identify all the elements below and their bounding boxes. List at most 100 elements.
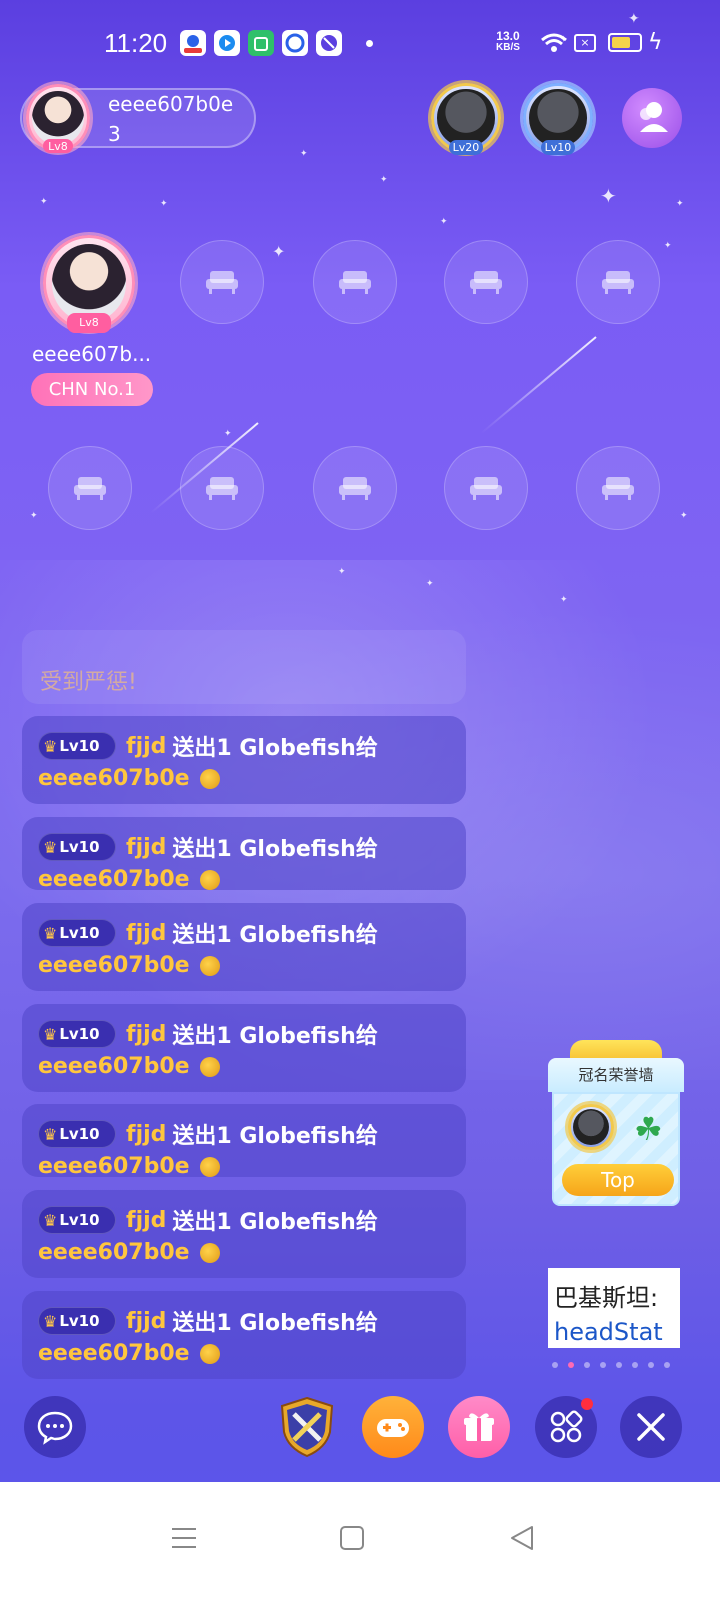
menu-icon <box>172 1528 196 1548</box>
globefish-gift-icon <box>199 955 220 976</box>
users-icon <box>640 102 668 132</box>
chat-message-line1: ♛ Lv10 fjjd 送出1 Globefish给 <box>38 1018 378 1050</box>
top-contributor-1[interactable]: Lv20 <box>424 76 508 160</box>
empty-seat[interactable] <box>444 446 528 530</box>
host-avatar[interactable]: Lv8 <box>20 78 96 158</box>
empty-seat[interactable] <box>48 446 132 530</box>
clover-icon: ☘ <box>634 1110 663 1148</box>
sender-name[interactable]: fjjd <box>126 835 166 860</box>
empty-seat[interactable] <box>576 240 660 324</box>
gift-text: 送出1 Globefish给 <box>172 1210 378 1235</box>
chat-message-line1: ♛ Lv10 fjjd 送出1 Globefish给 <box>38 1204 378 1236</box>
honor-wall-card[interactable]: 冠名荣誉墙 ☘ Top <box>548 1040 684 1208</box>
receiver-name[interactable]: eeee607b0e <box>38 953 190 978</box>
host-level-tag: Lv8 <box>42 138 74 154</box>
sender-name[interactable]: fjjd <box>126 1208 166 1233</box>
nav-home-button[interactable] <box>332 1518 372 1558</box>
receiver-name[interactable]: eeee607b0e <box>38 1054 190 1079</box>
chat-message-line2: eeee607b0e <box>38 1054 220 1079</box>
blue-app-icon <box>214 30 240 56</box>
chat-message-line1: ♛ Lv10 fjjd 送出1 Globefish给 <box>38 917 378 949</box>
empty-seat[interactable] <box>444 240 528 324</box>
nav-back-button[interactable] <box>502 1518 542 1558</box>
sofa-icon <box>206 271 238 294</box>
gift-button[interactable] <box>448 1396 510 1458</box>
chat-message[interactable]: ♛ Lv10 fjjd 送出1 Globefish给 eeee607b0e <box>22 1291 466 1379</box>
user-level-text: Lv10 <box>59 1025 100 1043</box>
receiver-name[interactable]: eeee607b0e <box>38 766 190 791</box>
new-badge-dot <box>581 1398 593 1410</box>
chat-message[interactable]: ♛ Lv10 fjjd 送出1 Globefish给 eeee607b0e <box>22 1104 466 1179</box>
crown-icon: ♛ <box>43 1024 58 1044</box>
empty-seat[interactable] <box>180 240 264 324</box>
close-room-button[interactable] <box>620 1396 682 1458</box>
user-level-badge: ♛ Lv10 <box>38 1206 116 1234</box>
pager-dot <box>584 1362 590 1368</box>
empty-seat[interactable] <box>576 446 660 530</box>
system-notice-message: 受到严惩! <box>22 630 466 704</box>
chat-message-line2: eeee607b0e <box>38 1154 220 1179</box>
top-contributor-2[interactable]: Lv10 <box>516 76 600 160</box>
status-bar: 11:20 13.0 KB/S × ϟ <box>0 0 720 88</box>
game-button[interactable] <box>362 1396 424 1458</box>
globefish-gift-icon <box>199 768 220 789</box>
net-speed-unit: KB/S <box>496 42 520 53</box>
net-speed-value: 13.0 <box>496 29 520 43</box>
sofa-icon <box>470 477 502 500</box>
globefish-gift-icon <box>199 1056 220 1077</box>
close-icon <box>637 1413 665 1441</box>
net-speed: 13.0 KB/S <box>496 30 520 54</box>
user-level-badge: ♛ Lv10 <box>38 919 116 947</box>
receiver-name[interactable]: eeee607b0e <box>38 1154 190 1179</box>
receiver-name[interactable]: eeee607b0e <box>38 1240 190 1265</box>
chat-button[interactable] <box>24 1396 86 1458</box>
receiver-name[interactable]: eeee607b0e <box>38 867 190 892</box>
owner-level-tag: Lv8 <box>67 312 111 334</box>
crown-icon: ♛ <box>43 1124 58 1144</box>
notification-dot <box>366 40 373 47</box>
system-notice-text: 受到严惩! <box>40 670 137 695</box>
audience-list-button[interactable] <box>622 88 682 148</box>
gallery-icon <box>316 30 342 56</box>
event-banner[interactable]: 巴基斯坦: headStat <box>548 1268 680 1348</box>
empty-seat[interactable] <box>180 446 264 530</box>
honor-top-button[interactable]: Top <box>562 1164 674 1196</box>
home-square-icon <box>340 1526 364 1550</box>
nav-menu-button[interactable] <box>164 1518 204 1558</box>
chat-message-line2: eeee607b0e <box>38 867 220 892</box>
pager-dot <box>648 1362 654 1368</box>
empty-seat[interactable] <box>313 446 397 530</box>
pager-dot <box>664 1362 670 1368</box>
user-level-text: Lv10 <box>59 1312 100 1330</box>
more-apps-button[interactable] <box>535 1396 597 1458</box>
chat-message[interactable]: ♛ Lv10 fjjd 送出1 Globefish给 eeee607b0e <box>22 1190 466 1278</box>
sender-name[interactable]: fjjd <box>126 1122 166 1147</box>
sofa-icon <box>74 477 106 500</box>
chat-message[interactable]: ♛ Lv10 fjjd 送出1 Globefish给 eeee607b0e <box>22 716 466 804</box>
chat-message[interactable]: ♛ Lv10 fjjd 送出1 Globefish给 eeee607b0e <box>22 903 466 991</box>
chat-message[interactable]: ♛ Lv10 fjjd 送出1 Globefish给 eeee607b0e <box>22 1004 466 1092</box>
chat-message-line2: eeee607b0e <box>38 766 220 791</box>
crown-icon: ♛ <box>43 736 58 756</box>
pk-battle-button[interactable] <box>276 1396 338 1458</box>
chat-message[interactable]: ♛ Lv10 fjjd 送出1 Globefish给 eeee607b0e <box>22 817 466 892</box>
sender-name[interactable]: fjjd <box>126 1309 166 1334</box>
receiver-name[interactable]: eeee607b0e <box>38 1341 190 1366</box>
host-id: 3 <box>108 122 121 146</box>
sender-name[interactable]: fjjd <box>126 734 166 759</box>
owner-seat[interactable]: Lv8 <box>34 226 144 340</box>
back-triangle-icon <box>511 1526 533 1550</box>
no-sim-icon: × <box>574 34 596 52</box>
empty-seat[interactable] <box>313 240 397 324</box>
host-name: eeee607b0e <box>108 92 234 116</box>
badge-level-tag: Lv20 <box>449 139 483 155</box>
gift-text: 送出1 Globefish给 <box>172 923 378 948</box>
sender-name[interactable]: fjjd <box>126 921 166 946</box>
charging-icon: ϟ <box>648 30 663 55</box>
sofa-icon <box>206 477 238 500</box>
sender-name[interactable]: fjjd <box>126 1022 166 1047</box>
chat-message-line1: ♛ Lv10 fjjd 送出1 Globefish给 <box>38 831 378 863</box>
gift-text: 送出1 Globefish给 <box>172 1311 378 1336</box>
user-level-text: Lv10 <box>59 1125 100 1143</box>
baidu-icon <box>180 30 206 56</box>
